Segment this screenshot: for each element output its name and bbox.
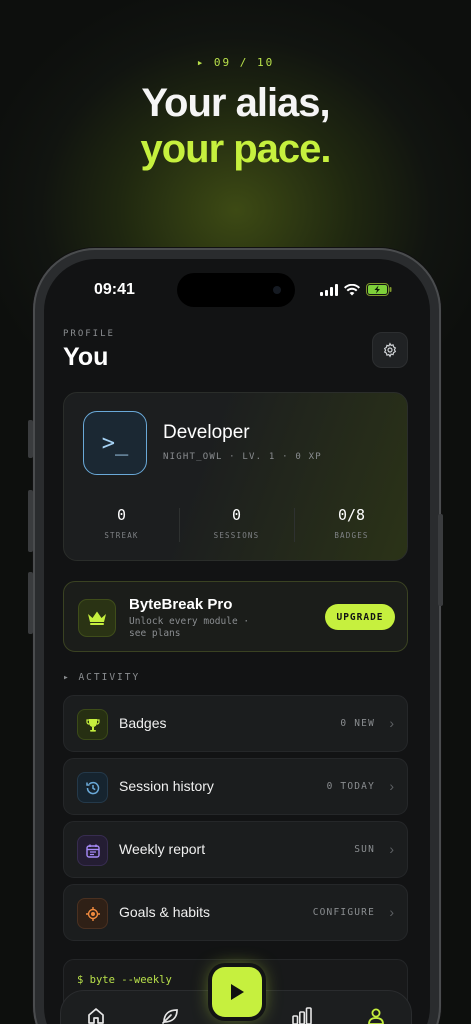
stat-badges: 0/8 BADGES (294, 506, 409, 542)
history-icon (85, 781, 99, 794)
avatar: >_ (83, 411, 147, 475)
hero-headline: Your alias, your pace. (0, 80, 471, 172)
row-icon-tile (77, 898, 108, 929)
profile-label: PROFILE (63, 329, 115, 339)
pro-card[interactable]: ByteBreak Pro Unlock every module · see … (63, 581, 408, 652)
side-button-silent (28, 420, 33, 458)
headline-line-2: your pace. (140, 127, 331, 171)
activity-row-session-history[interactable]: Session history 0 TODAY › (63, 758, 408, 815)
stat-label: SESSIONS (213, 531, 260, 540)
play-icon (231, 984, 244, 1000)
activity-row-badges[interactable]: Badges 0 NEW › (63, 695, 408, 752)
row-meta: 0 NEW (340, 718, 375, 729)
chevron-right-icon: › (389, 778, 394, 794)
dynamic-island (177, 273, 295, 307)
camera-icon (273, 286, 281, 294)
profile-name: Developer (163, 422, 250, 443)
trophy-icon (85, 718, 100, 732)
stat-sessions: 0 SESSIONS (179, 506, 294, 542)
pro-title: ByteBreak Pro (129, 596, 233, 613)
profile-subtitle: NIGHT_OWL · LV. 1 · 0 XP (163, 452, 322, 462)
terminal-command: $ byte --weekly (77, 974, 172, 986)
target-icon (85, 906, 100, 921)
stats-icon (292, 1007, 312, 1024)
row-icon-tile (77, 835, 108, 866)
activity-row-weekly-report[interactable]: Weekly report SUN › (63, 821, 408, 878)
settings-button[interactable] (372, 332, 408, 368)
profile-icon (368, 1008, 384, 1024)
gear-icon (383, 342, 397, 358)
profile-stats: 0 STREAK 0 SESSIONS 0/8 BADGES (64, 506, 409, 542)
row-meta: 0 TODAY (326, 781, 375, 792)
chevron-right-icon: › (389, 904, 394, 920)
tab-leaf[interactable] (155, 1001, 185, 1024)
row-meta: SUN (354, 844, 375, 855)
tab-profile[interactable] (361, 1001, 391, 1024)
headline-line-1: Your alias, (141, 81, 330, 125)
chevron-right-icon: › (389, 715, 394, 731)
crown-icon (88, 611, 106, 625)
upgrade-button[interactable]: UPGRADE (325, 604, 395, 630)
tab-home[interactable] (81, 1001, 111, 1024)
row-label: Session history (119, 778, 214, 794)
row-label: Goals & habits (119, 904, 211, 920)
activity-section-label: ▸ ACTIVITY (63, 672, 141, 683)
row-meta: CONFIGURE (312, 907, 375, 918)
battery-charging-icon (366, 283, 392, 296)
phone-screen: 09:41 PROFILE You >_ Developer NIGHT_OWL… (44, 259, 430, 1024)
pro-subtitle: Unlock every module · see plans (129, 616, 250, 639)
row-icon-tile (77, 709, 108, 740)
stat-value: 0/8 (337, 506, 366, 524)
stat-value: 0 (116, 506, 127, 524)
stat-streak: 0 STREAK (64, 506, 179, 540)
tab-stats[interactable] (287, 1001, 317, 1024)
chevron-right-icon: › (389, 841, 394, 857)
side-button-volume-down (28, 572, 33, 634)
hero-eyebrow: ▸ 09 / 10 (196, 56, 275, 69)
side-button-volume-up (28, 490, 33, 552)
pro-icon-tile (78, 599, 116, 637)
page-title: You (63, 343, 109, 371)
leaf-icon (162, 1009, 178, 1024)
stat-label: BADGES (334, 531, 369, 540)
wifi-icon (344, 283, 360, 295)
row-icon-tile (77, 772, 108, 803)
play-button[interactable] (212, 967, 262, 1017)
activity-row-goals[interactable]: Goals & habits CONFIGURE › (63, 884, 408, 941)
home-icon (88, 1008, 104, 1024)
status-time: 09:41 (94, 281, 135, 298)
profile-card[interactable]: >_ Developer NIGHT_OWL · LV. 1 · 0 XP 0 … (63, 392, 408, 561)
signal-icon (320, 283, 338, 296)
calendar-icon (85, 844, 100, 858)
row-label: Weekly report (119, 841, 206, 857)
status-icons (320, 283, 392, 296)
stat-value: 0 (231, 506, 242, 524)
side-button-power (438, 514, 443, 606)
row-label: Badges (119, 715, 167, 731)
stat-label: STREAK (104, 531, 139, 540)
